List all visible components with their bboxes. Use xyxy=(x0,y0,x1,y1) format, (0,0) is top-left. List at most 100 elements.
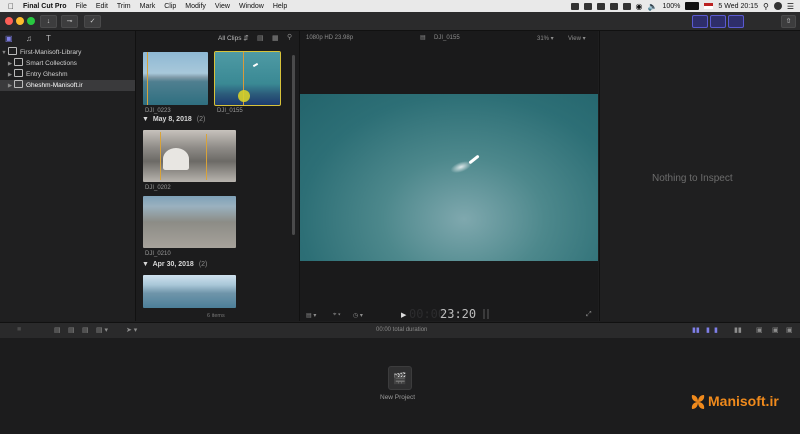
battery-percent[interactable]: 100% xyxy=(662,3,680,10)
date-group-header[interactable]: ▼ Apr 30, 2018 (2) xyxy=(142,261,207,268)
photos-audio-icon[interactable]: ♫ xyxy=(26,34,32,46)
status-icon-3[interactable] xyxy=(596,2,605,10)
library-icon xyxy=(8,47,17,55)
libraries-sidebar: ▣ ♫ T ▼ First-Manisoft-Library ▶ Smart Col… xyxy=(0,31,136,321)
show-browser-toggle[interactable] xyxy=(692,15,708,28)
date-group-header[interactable]: ▼ May 8, 2018 (2) xyxy=(142,116,205,123)
browser-scrollbar[interactable] xyxy=(292,55,295,235)
sidebar-item-gheshm-manisoft[interactable]: ▶ Gheshm-Manisoft.ir xyxy=(0,80,135,91)
libraries-icon[interactable]: ▣ xyxy=(5,34,13,46)
date-group-count: (2) xyxy=(196,116,206,123)
inspector: Nothing to Inspect xyxy=(599,31,800,321)
inspector-empty-text: Nothing to Inspect xyxy=(652,173,733,184)
clock[interactable]: 5 Wed 20:15 xyxy=(718,3,758,10)
play-button[interactable]: ▶ xyxy=(401,311,406,319)
crane-shape xyxy=(160,132,161,180)
clip-thumbnail-dji0223[interactable] xyxy=(143,52,208,105)
status-icon-1[interactable] xyxy=(570,2,579,10)
viewer-format: 1080p HD 23.98p xyxy=(306,35,354,41)
viewer-display-options-icon[interactable]: ▤ ▾ xyxy=(306,312,316,319)
titles-generators-icon[interactable]: T xyxy=(46,34,51,46)
status-icon-2[interactable] xyxy=(583,2,592,10)
viewer: 1080p HD 23.98p ▤ DJI_0155 31% ▾ View ▾ … xyxy=(300,31,598,321)
filmstrip-view-icon[interactable]: ▤ xyxy=(257,34,264,42)
clip-appearance-icon[interactable]: ▦ xyxy=(272,34,279,42)
skimming-icon[interactable]: ▮ xyxy=(706,326,710,334)
view-menu[interactable]: View ▾ xyxy=(568,35,586,42)
show-inspector-toggle[interactable] xyxy=(728,15,744,28)
speed-icon[interactable]: ◷ ▾ xyxy=(353,312,363,319)
solo-icon[interactable]: ▮ xyxy=(714,326,718,334)
select-tool-icon[interactable]: ➤ ▾ xyxy=(126,326,137,334)
menu-window[interactable]: Window xyxy=(239,3,264,10)
timecode-display[interactable]: 23:20 xyxy=(440,307,476,321)
close-window-button[interactable] xyxy=(5,17,13,25)
wifi-icon[interactable]: ◉ xyxy=(636,2,643,11)
clip-filter-label: All Clips xyxy=(218,35,242,42)
boat-shape xyxy=(252,62,259,68)
clip-name: DJI_0210 xyxy=(145,251,171,257)
volume-icon[interactable]: 🔈 xyxy=(648,2,658,11)
append-clip-icon[interactable]: ▤ xyxy=(82,326,89,334)
disclosure-right-icon[interactable]: ▶ xyxy=(6,81,14,92)
background-tasks-button[interactable]: ✓ xyxy=(84,15,101,28)
flag-icon[interactable] xyxy=(704,3,714,9)
sidebar-item-label: Entry Gheshm xyxy=(26,71,68,78)
insert-clip-icon[interactable]: ▤ xyxy=(68,326,75,334)
audio-skimming-icon[interactable]: ▮▮ xyxy=(692,326,700,334)
status-icon-4[interactable] xyxy=(609,2,618,10)
clip-thumbnail-dji0155[interactable] xyxy=(214,51,281,106)
total-duration: 00:00 total duration xyxy=(376,327,428,333)
share-button[interactable]: ⇧ xyxy=(781,15,796,28)
clip-filter-menu[interactable]: All Clips ⇵ xyxy=(218,34,249,42)
watermark: Manisoft.ir xyxy=(690,392,795,416)
zoom-menu[interactable]: 31% ▾ xyxy=(537,35,554,42)
transitions-browser-icon[interactable]: ▣ xyxy=(772,326,779,334)
search-icon[interactable]: ⚲ xyxy=(763,2,769,11)
browser-search-icon[interactable]: ⚲ xyxy=(287,33,292,41)
sidebar-item-library[interactable]: ▼ First-Manisoft-Library xyxy=(0,47,135,58)
sidebar-item-smart-collections[interactable]: ▶ Smart Collections xyxy=(0,58,141,69)
manisoft-logo-icon xyxy=(690,394,705,409)
menu-modify[interactable]: Modify xyxy=(185,3,206,10)
menu-app-name[interactable]: Final Cut Pro xyxy=(23,3,67,10)
clip-thumbnail-dji0210[interactable] xyxy=(143,196,236,248)
effects-browser-icon[interactable]: ▣ xyxy=(756,326,763,334)
import-button[interactable]: ↓ xyxy=(40,15,57,28)
connect-clip-icon[interactable]: ▤ xyxy=(54,326,61,334)
show-timeline-toggle[interactable] xyxy=(710,15,726,28)
apple-icon[interactable]:  xyxy=(8,2,14,11)
clip-name: DJI_0155 xyxy=(217,108,243,114)
date-group-label: Apr 30, 2018 xyxy=(152,261,194,268)
overwrite-clip-icon[interactable]: ▤ ▾ xyxy=(96,326,108,334)
clip-thumbnail-dji0202[interactable] xyxy=(143,130,236,182)
menu-clip[interactable]: Clip xyxy=(164,3,176,10)
clip-appearance-icon-2[interactable]: ▣ xyxy=(786,326,793,334)
zoom-window-button[interactable] xyxy=(27,17,35,25)
menu-help[interactable]: Help xyxy=(273,3,287,10)
clip-thumbnail-apr30[interactable] xyxy=(143,275,236,308)
list-icon[interactable]: ☰ xyxy=(787,2,794,11)
sidebar-item-entry-gheshm[interactable]: ▶ Entry Gheshm xyxy=(0,69,141,80)
keywords-button[interactable]: ⊸ xyxy=(61,15,78,28)
menu-trim[interactable]: Trim xyxy=(117,3,131,10)
clip-appearance-timeline-icon[interactable]: ▮▮ xyxy=(734,326,742,334)
menu-view[interactable]: View xyxy=(215,3,230,10)
viewer-clip-name: DJI_0155 xyxy=(434,35,460,41)
playhead-marker xyxy=(147,52,148,105)
status-icon-5[interactable] xyxy=(622,2,631,10)
mosque-dome-shape xyxy=(163,148,189,170)
fullscreen-icon[interactable]: ⤢ xyxy=(586,311,592,319)
transform-tool-icon[interactable]: ⌖ ▾ xyxy=(333,312,341,319)
index-button[interactable]: ■ xyxy=(17,326,21,333)
event-icon xyxy=(14,80,23,88)
menu-edit[interactable]: Edit xyxy=(96,3,108,10)
battery-icon[interactable] xyxy=(685,2,700,10)
minimize-window-button[interactable] xyxy=(16,17,24,25)
video-frame[interactable] xyxy=(300,94,598,261)
view-menu-label: View xyxy=(568,36,581,42)
menu-mark[interactable]: Mark xyxy=(140,3,156,10)
new-project-button[interactable]: 🎬 xyxy=(388,366,412,390)
user-icon[interactable] xyxy=(773,2,782,10)
menu-file[interactable]: File xyxy=(76,3,87,10)
